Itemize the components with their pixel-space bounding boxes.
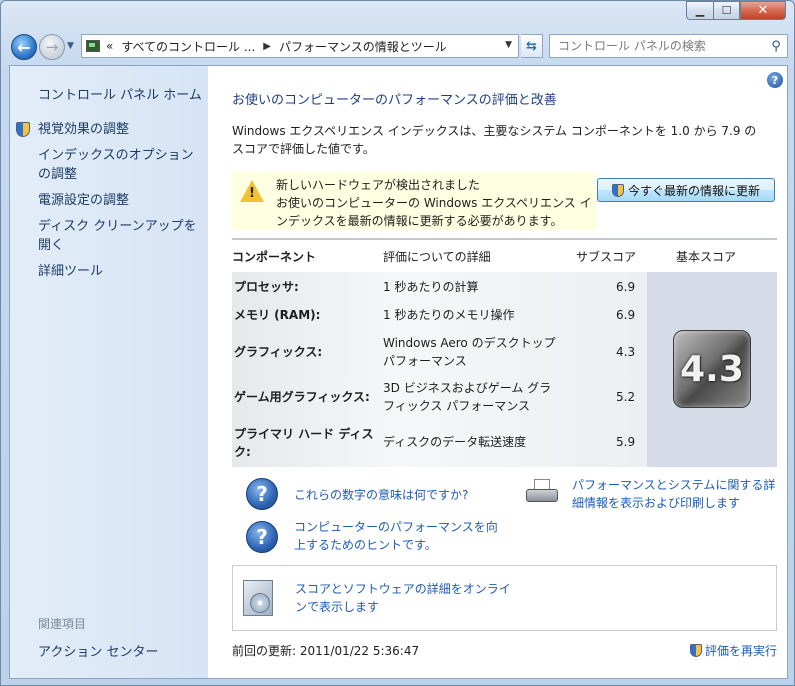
- related-links-heading: 関連項目: [38, 617, 87, 631]
- row-component: グラフィックス:: [234, 345, 323, 359]
- navigation-bar: ← → ▼ « すべてのコントロール ... ▶ パフォーマンスの情報とツール …: [9, 31, 788, 63]
- row-subscore: 5.2: [616, 390, 636, 404]
- shield-icon: [16, 122, 30, 137]
- base-score-value: 4.3: [680, 348, 744, 390]
- row-subscore: 5.9: [616, 435, 636, 449]
- search-box: ⚲: [549, 34, 788, 58]
- score-table: プロセッサ: 1 秒あたりの計算 6.9 メモリ (RAM): 1 秒あたりのメ…: [232, 272, 777, 467]
- rerun-assessment-label: 評価を再実行: [704, 644, 777, 658]
- base-score-badge: 4.3: [673, 330, 751, 408]
- row-subscore: 6.9: [616, 308, 636, 322]
- help-question-icon: ?: [246, 521, 278, 553]
- sidebar-item-label: 電源設定の調整: [38, 193, 130, 208]
- row-subscore: 4.3: [616, 345, 636, 359]
- row-component: ゲーム用グラフィックス:: [234, 390, 370, 404]
- sidebar-item-label: インデックスのオプションの調整: [38, 148, 194, 182]
- recent-pages-dropdown[interactable]: ▼: [67, 41, 74, 51]
- online-details-panel: スコアとソフトウェアの詳細をオンラインで表示します: [232, 565, 777, 631]
- software-box-icon: [243, 580, 273, 616]
- arrow-right-icon: →: [45, 38, 59, 56]
- sidebar-item-label: ディスク クリーンアップを開く: [38, 219, 197, 253]
- notice-line-1: 新しいハードウェアが検出されました: [276, 178, 481, 192]
- client-area: コントロール パネル ホーム 視覚効果の調整 インデックスのオプションの調整 電…: [9, 65, 788, 679]
- shield-icon: [689, 644, 702, 657]
- sidebar-item-disk-cleanup[interactable]: ディスク クリーンアップを開く: [38, 217, 203, 255]
- header-basescore: 基本スコア: [676, 250, 737, 264]
- row-detail: 3D ビジネスおよびゲーム グラフィックス パフォーマンス: [383, 381, 552, 413]
- score-table-header: コンポーネント 評価についての詳細 サブスコア 基本スコア: [232, 238, 777, 272]
- forward-button[interactable]: →: [39, 34, 65, 60]
- maximize-button[interactable]: ☐: [713, 1, 740, 20]
- sidebar-item-label: 視覚効果の調整: [38, 122, 130, 137]
- header-detail: 評価についての詳細: [383, 250, 491, 264]
- control-panel-icon: [86, 40, 100, 52]
- back-button[interactable]: ←: [11, 34, 37, 60]
- chevron-down-icon: ▼: [67, 41, 74, 51]
- what-numbers-link[interactable]: これらの数字の意味は何ですか?: [294, 486, 494, 504]
- row-component: メモリ (RAM):: [234, 308, 321, 322]
- new-hardware-notice: ! 新しいハードウェアが検出されました お使いのコンピューターの Windows…: [232, 172, 597, 230]
- row-subscore: 6.9: [616, 280, 636, 294]
- page-title: お使いのコンピューターのパフォーマンスの評価と改善: [232, 93, 557, 108]
- address-dropdown-icon[interactable]: ▼: [505, 40, 512, 50]
- close-button[interactable]: ✕: [740, 1, 786, 20]
- rerun-assessment-link[interactable]: 評価を再実行: [689, 642, 777, 659]
- sidebar-item-advanced-tools[interactable]: 詳細ツール: [38, 262, 203, 281]
- row-detail: 1 秒あたりのメモリ操作: [383, 308, 515, 322]
- score-rows: プロセッサ: 1 秒あたりの計算 6.9 メモリ (RAM): 1 秒あたりのメ…: [232, 272, 647, 467]
- caption-buttons: ▁ ☐ ✕: [686, 1, 786, 20]
- last-update-text: 前回の更新: 2011/01/22 5:36:47: [232, 644, 420, 658]
- refresh-icon: ⇆: [526, 38, 537, 54]
- minimize-button[interactable]: ▁: [686, 1, 713, 20]
- notice-line-2: お使いのコンピューターの Windows エクスペリエンス インデックスを最新の…: [276, 196, 592, 228]
- arrow-left-icon: ←: [17, 37, 31, 57]
- breadcrumb-performance[interactable]: パフォーマンスの情報とツール: [279, 38, 447, 55]
- sidebar-item-label: 詳細ツール: [38, 264, 104, 279]
- task-list: 視覚効果の調整 インデックスのオプションの調整 電源設定の調整 ディスク クリー…: [16, 120, 203, 288]
- printer-icon: [526, 479, 558, 505]
- online-details-link[interactable]: スコアとソフトウェアの詳細をオンラインで表示します: [295, 580, 515, 616]
- row-detail: ディスクのデータ転送速度: [383, 435, 527, 449]
- sidebar-item-visual-effects[interactable]: 視覚効果の調整: [16, 120, 203, 139]
- action-center-link[interactable]: アクション センター: [38, 641, 158, 660]
- main-content: ? お使いのコンピューターのパフォーマンスの評価と改善 Windows エクスペ…: [208, 66, 787, 678]
- search-icon[interactable]: ⚲: [765, 39, 787, 54]
- performance-tips-link[interactable]: コンピューターのパフォーマンスを向上するためのヒントです。: [294, 518, 506, 554]
- help-icon[interactable]: ?: [767, 72, 783, 88]
- search-input[interactable]: [550, 35, 765, 57]
- sidebar-item-indexing-options[interactable]: インデックスのオプションの調整: [38, 146, 203, 184]
- print-details-link[interactable]: パフォーマンスとシステムに関する詳細情報を表示および印刷します: [572, 476, 782, 512]
- breadcrumb-separator-icon[interactable]: ▶: [263, 41, 271, 52]
- breadcrumb-overflow[interactable]: «: [106, 39, 113, 53]
- breadcrumb-all-control-panel[interactable]: すべてのコントロール ...: [121, 38, 255, 55]
- intro-text: Windows エクスペリエンス インデックスは、主要なシステム コンポーネント…: [232, 124, 757, 156]
- row-detail: 1 秒あたりの計算: [383, 280, 479, 294]
- refresh-button[interactable]: ⇆: [521, 34, 543, 58]
- header-subscore: サブスコア: [576, 250, 637, 264]
- help-question-icon: ?: [246, 478, 278, 510]
- control-panel-window: ▁ ☐ ✕ ← → ▼ « すべてのコントロール ... ▶ パフォーマンスの情…: [0, 0, 795, 686]
- sidebar-item-power-settings[interactable]: 電源設定の調整: [38, 191, 203, 210]
- row-component: プライマリ ハード ディスク:: [234, 427, 374, 459]
- shield-icon: [611, 183, 624, 197]
- row-detail: Windows Aero のデスクトップ パフォーマンス: [383, 336, 556, 368]
- address-bar[interactable]: « すべてのコントロール ... ▶ パフォーマンスの情報とツール ▼: [81, 34, 519, 58]
- notice-text: 新しいハードウェアが検出されました お使いのコンピューターの Windows エ…: [276, 176, 598, 230]
- base-score-column: 4.3: [647, 272, 777, 467]
- header-component: コンポーネント: [232, 250, 317, 264]
- update-now-button[interactable]: 今すぐ最新の情報に更新: [597, 178, 775, 202]
- row-component: プロセッサ:: [234, 280, 299, 294]
- task-pane: コントロール パネル ホーム 視覚効果の調整 インデックスのオプションの調整 電…: [10, 66, 208, 678]
- update-now-label: 今すぐ最新の情報に更新: [627, 183, 760, 198]
- warning-exclamation-icon: !: [249, 186, 255, 201]
- control-panel-home-link[interactable]: コントロール パネル ホーム: [38, 84, 202, 103]
